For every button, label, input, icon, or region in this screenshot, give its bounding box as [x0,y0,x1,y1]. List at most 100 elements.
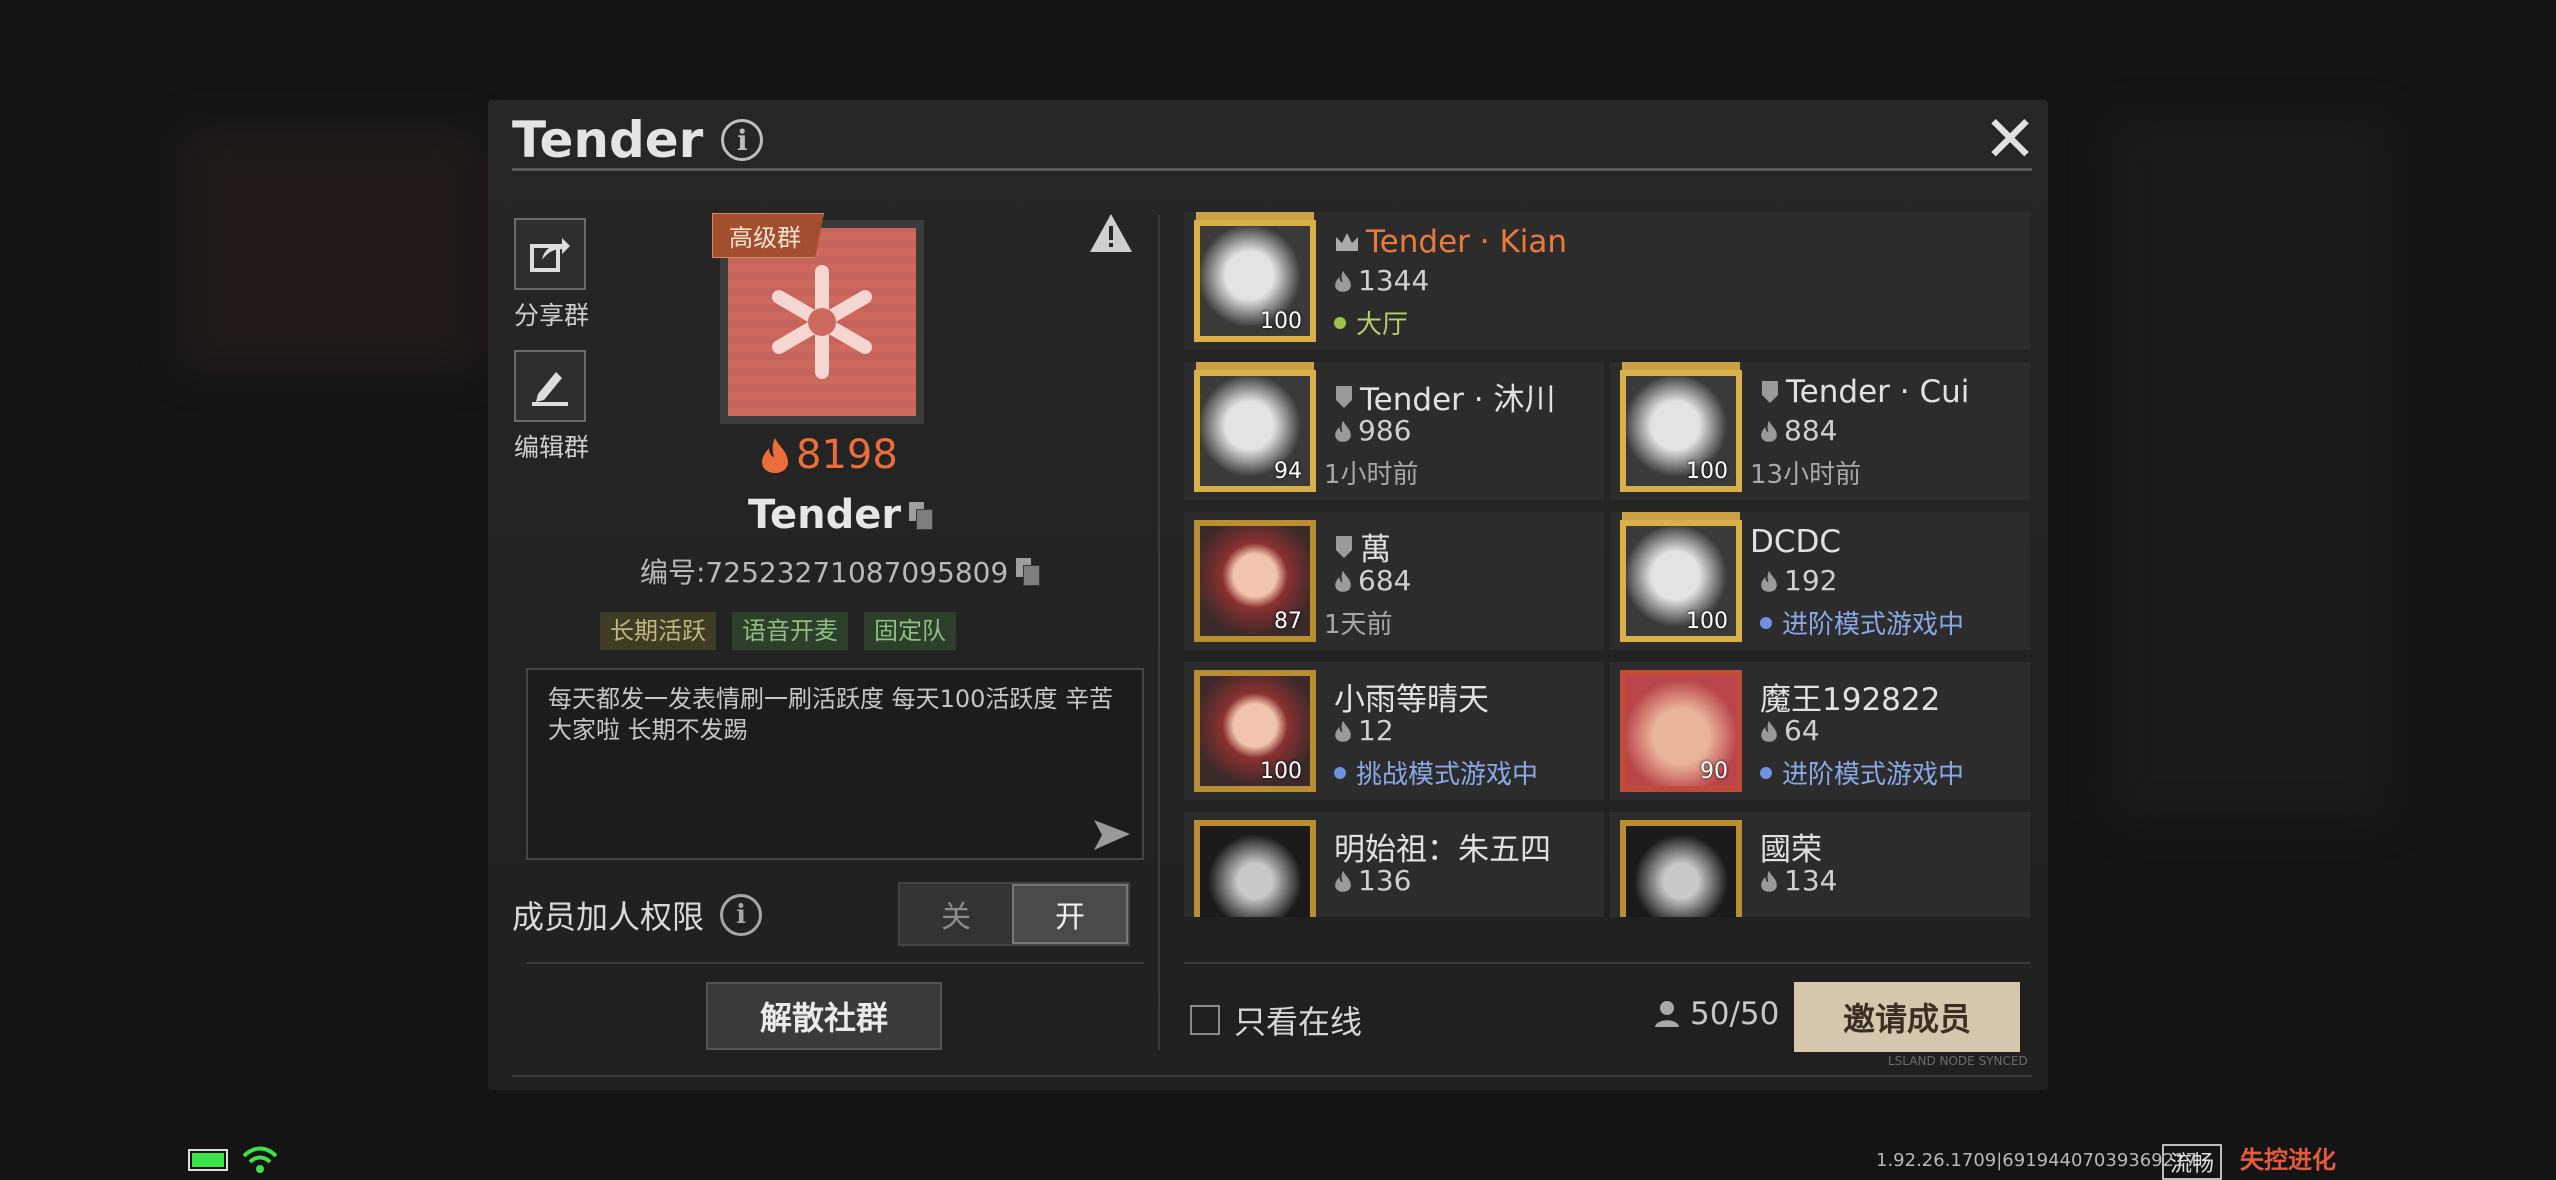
member-status: 大厅 [1334,304,1408,341]
member-card[interactable]: 100 DCDC 192 进阶模式游戏中 [1610,512,2030,650]
flame-icon [1761,720,1777,742]
game-logo: 失控进化 [2240,1146,2336,1174]
member-heat-value: 884 [1784,414,1838,447]
premium-group-badge: 高级群 [712,213,824,258]
group-id-text: 编号:72523271087095809 [640,556,1009,589]
member-avatar: 87 [1194,520,1316,642]
group-name: Tender [748,492,934,538]
share-group-button[interactable] [514,218,586,290]
quality-badge[interactable]: 流畅 [2162,1144,2223,1180]
battery-icon [188,1149,228,1171]
toggle-on[interactable]: 开 [1012,884,1128,944]
member-status-text: 大厅 [1356,310,1409,340]
tag-item: 长期活跃 [600,612,716,650]
member-avatar [1620,820,1742,917]
member-avatar [1194,820,1316,917]
copy-icon[interactable] [909,502,934,530]
member-count: 50/50 [1654,996,1779,1032]
group-tags: 长期活跃 语音开麦 固定队 [600,612,956,650]
member-heat-value: 684 [1358,564,1412,597]
member-status: 进阶模式游戏中 [1760,754,1964,791]
copy-icon[interactable] [1016,558,1041,586]
member-list[interactable]: 100 Tender · Kian 1344 大厅 94 Tender · 沐川… [1184,212,2030,917]
page-title: Tender [512,111,704,169]
member-card[interactable]: 100 小雨等晴天 12 挑战模式游戏中 [1184,662,1604,800]
member-name-text: 魔王192822 [1760,682,1941,718]
close-button[interactable]: ✕ [1982,108,2038,172]
member-avatar: 100 [1194,220,1316,342]
member-name: 國荣 [1760,824,1822,869]
title-row: Tender i [512,110,764,170]
online-only-checkbox[interactable] [1190,1005,1220,1035]
online-dot [1334,316,1346,329]
member-name: Tender · 沐川 [1334,374,1555,419]
edit-group-button[interactable] [514,350,586,422]
member-name: 萬 [1334,524,1391,569]
flame-icon [1335,870,1351,892]
admin-badge-icon [1336,535,1352,558]
send-icon[interactable] [1092,818,1132,852]
member-card[interactable]: 94 Tender · 沐川 986 1小时前 [1184,362,1604,500]
flame-icon [1761,870,1777,892]
flame-icon [762,438,788,473]
member-heat: 134 [1760,864,1837,897]
member-name-text: 國荣 [1760,832,1822,868]
member-card[interactable]: 90 魔王192822 64 进阶模式游戏中 [1610,662,2030,800]
member-count-value: 50/50 [1690,996,1780,1032]
member-level: 90 [1700,759,1728,784]
member-name-text: 明始祖：朱五四 [1334,832,1551,868]
member-heat: 136 [1334,864,1411,897]
member-level: 100 [1686,609,1728,634]
flame-icon [1335,270,1351,292]
member-avatar: 94 [1194,370,1316,492]
info-icon[interactable]: i [721,119,764,161]
in-game-dot [1760,766,1772,779]
permission-toggle[interactable]: 关 开 [898,882,1130,946]
info-icon[interactable]: i [720,894,763,936]
edit-group-label: 编辑群 [513,433,589,462]
member-heat: 64 [1760,714,1820,747]
invite-members-button[interactable]: 邀请成员 [1794,982,2020,1052]
member-name: DCDC [1750,524,1841,560]
column-divider [1158,215,1160,1050]
flame-icon [1335,420,1351,442]
admin-badge-icon [1762,381,1778,403]
group-heat: 8198 [760,432,900,478]
member-heat-value: 12 [1358,714,1394,747]
report-warning-icon[interactable] [1088,212,1134,254]
member-avatar: 100 [1620,370,1742,492]
member-heat-value: 1344 [1358,264,1430,297]
member-card[interactable]: 100 Tender · Kian 1344 大厅 [1184,212,2030,350]
device-status [188,1146,278,1174]
member-status: 1小时前 [1324,454,1419,491]
group-heat-value: 8198 [796,432,898,478]
member-card[interactable]: 明始祖：朱五四 136 [1184,812,1604,917]
wifi-icon [242,1146,278,1173]
member-heat: 1344 [1334,264,1429,297]
permission-label: 成员加人权限 [512,898,705,936]
toggle-off[interactable]: 关 [900,884,1012,944]
admin-badge-icon [1336,385,1352,408]
online-only-filter[interactable]: 只看在线 [1190,997,1362,1043]
member-card[interactable]: 國荣 134 [1610,812,2030,917]
member-level: 100 [1260,759,1302,784]
member-heat-value: 64 [1784,714,1820,747]
member-status-text: 1天前 [1324,610,1393,640]
member-card[interactable]: 87 萬 684 1天前 [1184,512,1604,650]
group-id: 编号:72523271087095809 [640,551,1041,591]
group-description[interactable]: 每天都发一发表情刷一刷活跃度 每天100活跃度 辛苦大家啦 长期不发踢 [526,668,1144,860]
title-divider [512,168,2032,171]
member-card[interactable]: 100 Tender · Cui 884 13小时前 [1610,362,2030,500]
member-status: 1天前 [1324,604,1393,641]
member-heat-value: 136 [1358,864,1412,897]
member-status-text: 1小时前 [1324,460,1419,490]
member-status-text: 进阶模式游戏中 [1782,610,1965,640]
member-status-text: 进阶模式游戏中 [1782,760,1965,790]
member-heat-value: 192 [1784,564,1838,597]
in-game-dot [1760,616,1772,629]
member-heat: 986 [1334,414,1411,447]
in-game-dot [1334,766,1346,779]
member-avatar: 90 [1620,670,1742,792]
disband-group-button[interactable]: 解散社群 [706,982,942,1050]
member-heat-value: 134 [1784,864,1838,897]
